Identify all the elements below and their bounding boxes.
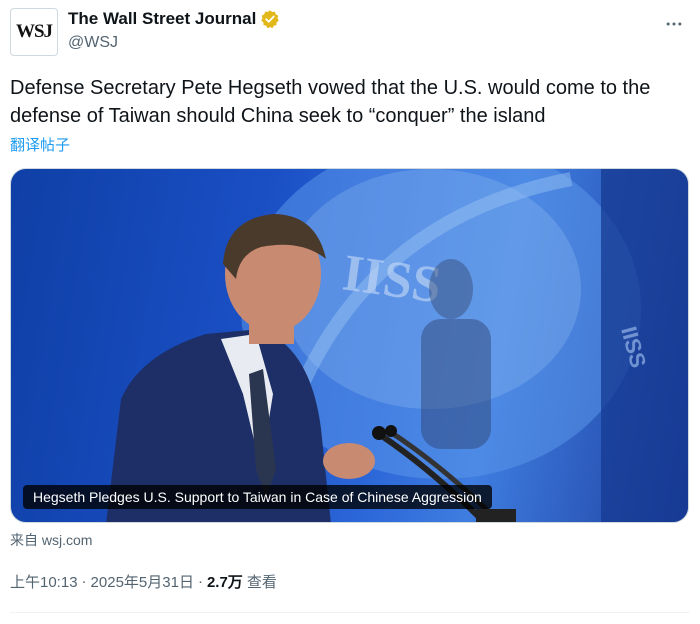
tweet-text: Defense Secretary Pete Hegseth vowed tha… (10, 77, 651, 127)
tweet-date[interactable]: 2025年5月31日 (91, 571, 194, 592)
avatar-logo-text: WSJ (15, 21, 53, 42)
handle[interactable]: @WSJ (68, 34, 118, 52)
translate-post-link[interactable]: 翻译帖子 (10, 134, 70, 155)
link-source[interactable]: 来自 wsj.com (10, 530, 92, 550)
views-count: 2.7万 (206, 574, 243, 591)
divider (10, 612, 690, 613)
more-icon[interactable] (662, 12, 686, 36)
display-name[interactable]: The Wall Street Journal (68, 9, 256, 29)
verified-badge-icon (260, 9, 280, 29)
views-label: 查看 (246, 574, 277, 591)
media-photo: IISS IISS (106, 169, 688, 522)
tweet-meta: 上午10:13 · 2025年5月31日 · 2.7万 查看 (10, 571, 277, 592)
avatar[interactable]: WSJ (10, 8, 58, 56)
tweet-header: WSJ The Wall Street Journal @WSJ (10, 8, 690, 58)
meta-separator: · (81, 573, 87, 590)
media-caption: Hegseth Pledges U.S. Support to Taiwan i… (23, 485, 492, 509)
tweet-media-card[interactable]: IISS IISS Hegseth Pledges U.S. Support t… (10, 168, 689, 523)
tweet-time[interactable]: 上午10:13 (10, 571, 78, 592)
name-row: The Wall Street Journal (68, 9, 280, 29)
meta-separator: · (197, 573, 203, 590)
